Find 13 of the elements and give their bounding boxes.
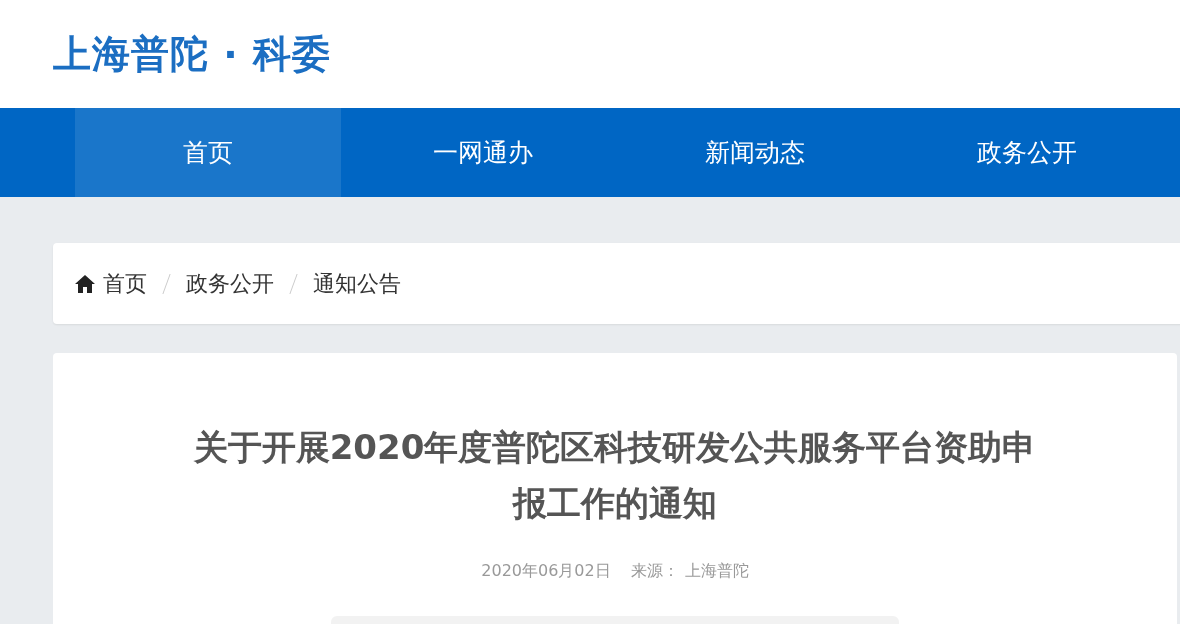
- publish-date: 2020年06月02日: [481, 561, 611, 582]
- nav-item[interactable]: 新闻动态: [619, 108, 891, 197]
- source-label: 来源：: [630, 561, 679, 582]
- site-logo[interactable]: 上海普陀 · 科委: [53, 28, 331, 80]
- source-name: 上海普陀: [684, 561, 749, 582]
- breadcrumb-link[interactable]: 政务公开: [186, 268, 274, 299]
- nav-item[interactable]: 一网通办: [347, 108, 619, 197]
- nav-item[interactable]: 政务公开: [891, 108, 1163, 197]
- home-icon: [75, 274, 95, 293]
- nav-item[interactable]: 首页: [75, 108, 341, 197]
- article-title: 关于开展2020年度普陀区科技研发公共服务平台资助申报工作的通知: [192, 426, 1038, 525]
- breadcrumb-link[interactable]: 通知公告: [313, 268, 401, 299]
- breadcrumb-link[interactable]: 首页: [103, 268, 147, 299]
